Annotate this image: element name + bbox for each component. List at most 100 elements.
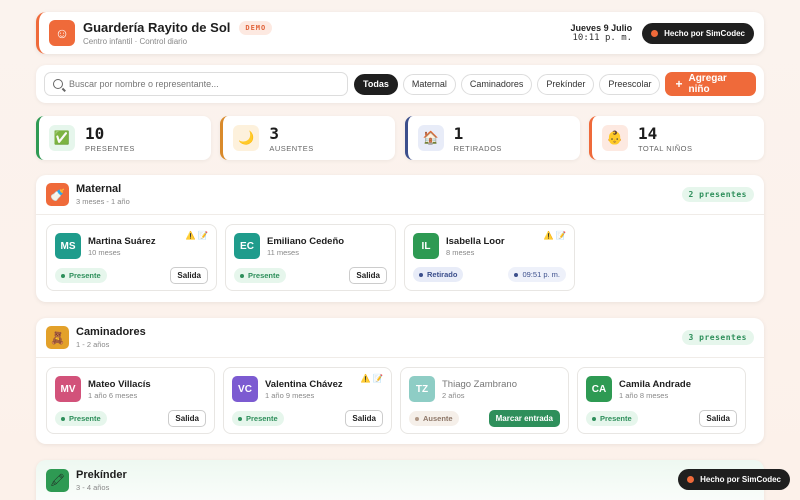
avatar: CA [586, 376, 612, 402]
section-title: Maternal [76, 183, 122, 195]
filter-caminadores[interactable]: Caminadores [460, 73, 533, 95]
present-count-badge: 2 presentes [681, 187, 754, 202]
stats-row: ✅ 10 PRESENTES 🌙 3 AUSENTES 🏠 1 RETIRADO… [36, 116, 764, 160]
crayon-icon: 🖍 [46, 468, 69, 492]
made-by-button[interactable]: Hecho por SimCodec [642, 22, 754, 44]
avatar: MV [55, 376, 81, 402]
stat-retired: 🏠 1 RETIRADOS [404, 116, 580, 160]
bottle-icon: 🍼 [46, 183, 69, 206]
plus-icon: + [675, 77, 683, 91]
present-count-badge: 3 presentes [681, 330, 754, 345]
warning-note-icon: ⚠️ 📝 [543, 231, 566, 240]
time-label: 10:11 p. m. [572, 33, 633, 43]
checkout-time: 09:51 p. m. [508, 267, 566, 282]
add-child-button[interactable]: + Agregar niño [665, 72, 756, 96]
stat-value: 3 [269, 123, 279, 143]
demo-badge: DEMO [239, 20, 273, 35]
child-name: Isabella Loor [446, 235, 505, 247]
child-age: 2 años [442, 390, 465, 400]
date-label: Jueves 9 Julio [570, 23, 633, 33]
dot-icon [651, 29, 659, 37]
app-subtitle: Centro infantil · Control diario [83, 37, 188, 46]
child-name: Emiliano Cedeño [267, 235, 345, 247]
floating-made-by-button[interactable]: Hecho por SimCodec [678, 469, 790, 490]
stat-total: 👶 14 TOTAL NIÑOS [588, 116, 764, 160]
section-subtitle: 3 meses - 1 año [76, 197, 130, 206]
child-card[interactable]: EC Emiliano Cedeño 11 meses Presente Sal… [225, 224, 396, 291]
filter-preescolar[interactable]: Preescolar [599, 73, 661, 95]
search-box[interactable] [44, 72, 348, 96]
child-card[interactable]: IL Isabella Loor 8 meses ⚠️ 📝 Retirado 0… [404, 224, 575, 291]
status-badge: Presente [232, 411, 284, 426]
child-card[interactable]: CA Camila Andrade 1 año 8 meses Presente… [577, 367, 746, 434]
dot-icon [687, 476, 695, 483]
stat-value: 1 [453, 123, 464, 143]
bear-icon: 🧸 [46, 326, 69, 349]
child-card[interactable]: TZ Thiago Zambrano 2 años Ausente Marcar… [400, 367, 569, 434]
section-subtitle: 1 - 2 años [76, 340, 110, 349]
moon-icon: 🌙 [233, 125, 260, 151]
child-age: 8 meses [446, 247, 475, 257]
stat-value: 10 [85, 123, 105, 143]
stat-present: ✅ 10 PRESENTES [36, 116, 211, 160]
child-name: Martina Suárez [88, 235, 156, 247]
section-prekinder: 🖍 Prekínder 3 - 4 años [36, 460, 764, 500]
checkout-button[interactable]: Salida [345, 410, 383, 427]
status-badge: Presente [234, 268, 286, 283]
status-badge: Presente [55, 268, 107, 283]
section-caminadores: 🧸 Caminadores 1 - 2 años 3 presentes MV … [36, 318, 764, 444]
brand: Guardería Rayito de Sol DEMO Centro infa… [83, 20, 273, 46]
stat-absent: 🌙 3 AUSENTES [220, 116, 396, 160]
child-card[interactable]: VC Valentina Chávez 1 año 9 meses ⚠️ 📝 P… [223, 367, 392, 434]
check-icon: ✅ [49, 125, 75, 151]
child-name: Mateo Villacís [88, 378, 151, 390]
child-age: 10 meses [88, 247, 121, 257]
section-title: Prekínder [76, 468, 127, 481]
avatar: IL [413, 233, 439, 259]
search-input[interactable] [69, 79, 339, 89]
child-card[interactable]: MV Mateo Villacís 1 año 6 meses Presente… [46, 367, 215, 434]
filter-todas[interactable]: Todas [354, 73, 398, 95]
section-title: Caminadores [76, 326, 146, 338]
date-time-display: Jueves 9 Julio 10:11 p. m. [571, 23, 633, 43]
stat-label: TOTAL NIÑOS [637, 143, 693, 153]
avatar: VC [232, 376, 258, 402]
toolbar: Todas Maternal Caminadores Prekínder Pre… [36, 65, 764, 103]
stat-label: AUSENTES [269, 143, 314, 153]
checkout-button[interactable]: Salida [170, 267, 208, 284]
stat-label: PRESENTES [85, 143, 135, 153]
filter-prekinder[interactable]: Prekínder [537, 73, 595, 95]
stat-label: RETIRADOS [453, 143, 502, 153]
baby-icon: 👶 [601, 125, 628, 151]
checkout-button[interactable]: Salida [168, 410, 206, 427]
checkin-button[interactable]: Marcar entrada [488, 410, 560, 427]
section-maternal: 🍼 Maternal 3 meses - 1 año 2 presentes M… [36, 175, 764, 302]
checkout-button[interactable]: Salida [349, 267, 387, 284]
child-age: 1 año 8 meses [619, 390, 669, 400]
house-icon: 🏠 [417, 125, 444, 151]
child-age: 1 año 9 meses [265, 390, 315, 400]
child-card[interactable]: MS Martina Suárez 10 meses ⚠️ 📝 Presente… [46, 224, 217, 291]
filter-maternal[interactable]: Maternal [402, 73, 456, 95]
pacifier-logo-icon: ☺ [49, 20, 75, 46]
child-name: Thiago Zambrano [442, 378, 517, 390]
app-header: ☺ Guardería Rayito de Sol DEMO Centro in… [36, 12, 764, 54]
stat-value: 14 [637, 123, 658, 143]
status-badge: Ausente [409, 411, 459, 426]
app-title: Guardería Rayito de Sol [83, 20, 231, 35]
child-name: Valentina Chávez [265, 378, 343, 390]
checkout-button[interactable]: Salida [699, 410, 737, 427]
child-age: 11 meses [267, 247, 299, 257]
warning-note-icon: ⚠️ 📝 [185, 231, 208, 240]
avatar: MS [55, 233, 81, 259]
search-icon [53, 79, 63, 89]
avatar: TZ [409, 376, 435, 402]
avatar: EC [234, 233, 260, 259]
warning-note-icon: ⚠️ 📝 [360, 374, 383, 383]
status-badge: Presente [586, 411, 638, 426]
section-subtitle: 3 - 4 años [76, 482, 110, 492]
child-age: 1 año 6 meses [88, 390, 138, 400]
status-badge: Presente [55, 411, 107, 426]
group-filters: Todas Maternal Caminadores Prekínder Pre… [354, 73, 665, 95]
status-badge: Retirado [413, 267, 464, 282]
